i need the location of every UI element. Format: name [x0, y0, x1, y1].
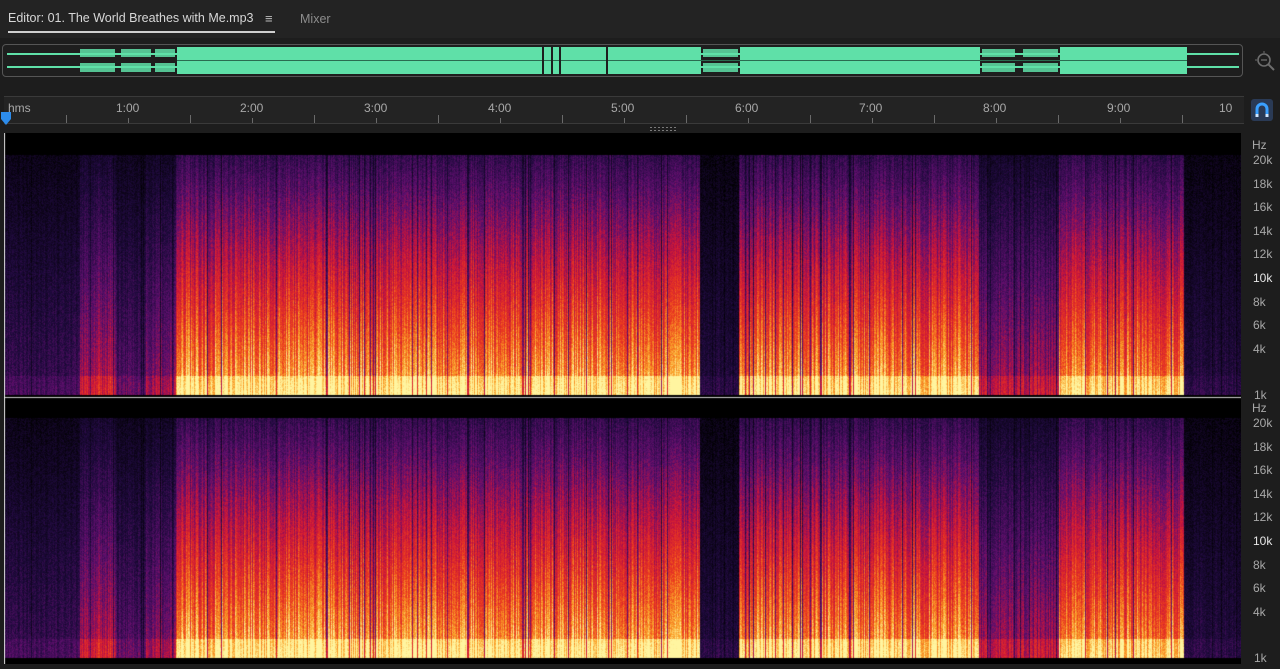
- ruler-tick: [810, 115, 811, 123]
- frequency-label: 20k: [1253, 416, 1273, 430]
- frequency-label: 10k: [1253, 271, 1273, 285]
- frequency-label: 16k: [1253, 200, 1273, 215]
- playhead-marker-icon[interactable]: [0, 112, 12, 126]
- ruler-tick: [562, 115, 563, 123]
- ruler-label: 6:00: [735, 101, 759, 115]
- snap-magnet-icon: [1255, 102, 1269, 117]
- ruler-tick: [128, 118, 129, 123]
- ruler-label: 9:00: [1107, 101, 1131, 115]
- frequency-label: 12k: [1253, 247, 1273, 262]
- spectral-display[interactable]: [4, 133, 1241, 664]
- ruler-tick: [66, 115, 67, 123]
- frequency-label: 14k: [1253, 486, 1273, 501]
- time-ruler[interactable]: hms 1:00 2:00 3:00 4:00 5:00 6:00 7:00 8:00 9:00…: [4, 96, 1244, 124]
- frequency-label: 12k: [1253, 510, 1273, 525]
- zoom-selection-icon[interactable]: [1254, 50, 1276, 72]
- frequency-axis-panel: Hz Hz 20k 18k 16k 14k 12k 10k 8k 6k 4k 1k 20k 18k 1…: [1244, 133, 1280, 665]
- frequency-label: 6k: [1253, 318, 1266, 333]
- ruler-tick: [1182, 115, 1183, 123]
- ruler-tick: [624, 118, 625, 123]
- tab-menu-icon[interactable]: ≡: [265, 11, 273, 26]
- tab-editor[interactable]: Editor: 01. The World Breathes with Me.m…: [8, 11, 253, 25]
- active-tab-underline: [8, 31, 275, 33]
- frequency-label: 1k: [1254, 650, 1267, 665]
- frequency-label: 1k: [1254, 387, 1267, 402]
- ruler-tick: [438, 115, 439, 123]
- frequency-label: 4k: [1253, 604, 1266, 619]
- ruler-label: 4:00: [488, 101, 512, 115]
- ruler-tick: [376, 118, 377, 123]
- frequency-label: 16k: [1253, 463, 1273, 478]
- frequency-label: 18k: [1253, 439, 1273, 454]
- ruler-label: 8:00: [983, 101, 1007, 115]
- ruler-tick: [314, 115, 315, 123]
- ruler-tick: [500, 118, 501, 123]
- frequency-label: 10k: [1253, 534, 1273, 548]
- overview-waveform-graphic: [7, 47, 1239, 74]
- frequency-label: 8k: [1253, 557, 1266, 572]
- frequency-label: 8k: [1253, 294, 1266, 309]
- ruler-tick: [190, 115, 191, 123]
- frequency-label: 14k: [1253, 223, 1273, 238]
- ruler-label: 5:00: [611, 101, 635, 115]
- resize-grip-icon[interactable]: [650, 127, 680, 131]
- ruler-label: 3:00: [364, 101, 388, 115]
- tab-mixer[interactable]: Mixer: [300, 12, 331, 26]
- frequency-label: 20k: [1253, 153, 1273, 167]
- frequency-label: 4k: [1253, 341, 1266, 356]
- frequency-label: 18k: [1253, 176, 1273, 191]
- ruler-label: 7:00: [859, 101, 883, 115]
- snap-button[interactable]: [1251, 99, 1273, 121]
- frequency-unit-top: Hz: [1252, 138, 1267, 152]
- ruler-label: 10: [1219, 101, 1233, 115]
- ruler-label: 1:00: [116, 101, 140, 115]
- ruler-tick: [252, 118, 253, 123]
- ruler-tick: [934, 115, 935, 123]
- ruler-label: 2:00: [240, 101, 264, 115]
- ruler-tick: [872, 118, 873, 123]
- frequency-label: 6k: [1253, 581, 1266, 596]
- frequency-unit-bottom: Hz: [1252, 401, 1267, 415]
- ruler-tick: [1058, 115, 1059, 123]
- ruler-tick: [996, 118, 997, 123]
- overview-waveform[interactable]: [2, 44, 1243, 77]
- ruler-tick: [1120, 118, 1121, 123]
- ruler-tick: [748, 118, 749, 123]
- ruler-tick: [686, 115, 687, 123]
- spectrogram-canvas: [4, 133, 1241, 664]
